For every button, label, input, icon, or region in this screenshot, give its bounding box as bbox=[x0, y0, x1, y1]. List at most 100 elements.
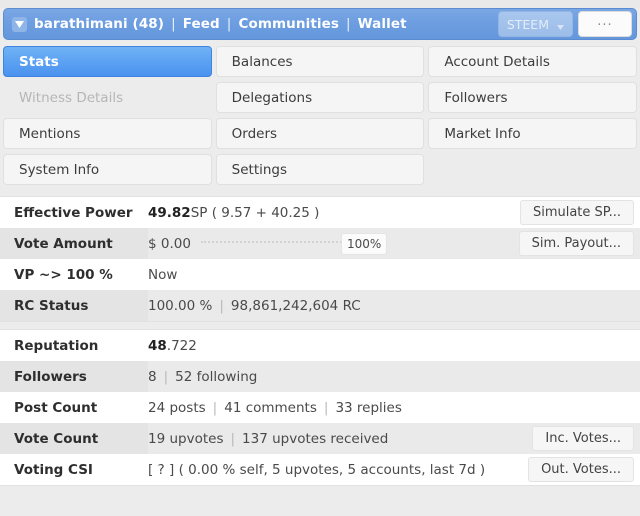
tab-label: Market Info bbox=[444, 125, 521, 142]
row-label: Vote Amount bbox=[0, 228, 148, 259]
row-value-extra: 137 upvotes received bbox=[242, 430, 389, 447]
value-separator: | bbox=[323, 399, 329, 416]
row-value: 19 upvotes | 137 upvotes received bbox=[148, 423, 532, 454]
simulate-sp-button[interactable]: Simulate SP... bbox=[519, 200, 634, 225]
header-username[interactable]: barathimani (48) bbox=[34, 16, 164, 32]
table-row: Reputation 48 .722 bbox=[0, 330, 640, 361]
row-action bbox=[634, 259, 640, 290]
more-options-button[interactable]: ... bbox=[578, 11, 632, 37]
tab-label: Account Details bbox=[444, 53, 550, 70]
row-label: Voting CSI bbox=[14, 461, 93, 478]
token-selector-label: STEEM bbox=[506, 16, 549, 32]
tab-settings[interactable]: Settings bbox=[215, 154, 425, 185]
tab-stats[interactable]: Stats bbox=[3, 46, 212, 77]
tab-grid: Stats Balances Account Details Witness D… bbox=[3, 46, 637, 185]
tab-system-info[interactable]: System Info bbox=[3, 154, 212, 185]
tab-delegations[interactable]: Delegations bbox=[215, 82, 425, 113]
row-value-rest: $ 0.00 bbox=[148, 235, 191, 252]
row-value: 49.82 SP ( 9.57 + 40.25 ) bbox=[148, 197, 520, 228]
row-value: 48 .722 bbox=[148, 330, 634, 361]
tab-account-details[interactable]: Account Details bbox=[428, 46, 637, 77]
tab-mentions[interactable]: Mentions bbox=[3, 118, 212, 149]
row-label: Followers bbox=[0, 361, 148, 392]
header-separator-2: | bbox=[226, 16, 232, 32]
stats-table-primary: Effective Power 49.82 SP ( 9.57 + 40.25 … bbox=[0, 196, 640, 322]
row-value-extra: 98,861,242,604 RC bbox=[230, 297, 361, 314]
row-action: Simulate SP... bbox=[519, 197, 640, 228]
tab-label: Stats bbox=[19, 53, 59, 70]
header-nav: barathimani (48) | Feed | Communities | … bbox=[34, 16, 498, 32]
row-value-rest: 19 upvotes bbox=[148, 430, 224, 447]
header-link-communities[interactable]: Communities bbox=[238, 16, 339, 32]
table-row: RC Status 100.00 % | 98,861,242,604 RC bbox=[0, 290, 640, 321]
row-value-rest: [ ? ] ( 0.00 % self, 5 upvotes, 5 accoun… bbox=[148, 461, 486, 478]
row-value: 24 posts | 41 comments | 33 replies bbox=[148, 392, 634, 423]
chevron-down-icon[interactable] bbox=[12, 16, 27, 32]
row-value-rest: SP ( 9.57 + 40.25 ) bbox=[190, 204, 320, 221]
row-label: RC Status bbox=[0, 290, 148, 321]
value-separator: | bbox=[230, 430, 236, 447]
account-header-bar: barathimani (48) | Feed | Communities | … bbox=[3, 8, 637, 40]
outgoing-votes-button[interactable]: Out. Votes... bbox=[528, 457, 634, 482]
row-value-strong: 48 bbox=[148, 337, 167, 354]
row-value-extra: 41 comments bbox=[224, 399, 317, 416]
button-label: Inc. Votes... bbox=[545, 431, 621, 446]
more-options-label: ... bbox=[597, 14, 613, 29]
tab-label: Delegations bbox=[231, 89, 313, 106]
row-value: [ ? ] ( 0.00 % self, 5 upvotes, 5 accoun… bbox=[148, 454, 528, 485]
row-value: 100.00 % | 98,861,242,604 RC bbox=[148, 290, 634, 321]
tab-label: Settings bbox=[231, 161, 288, 178]
row-value: Now bbox=[148, 259, 634, 290]
row-label: VP ~> 100 % bbox=[14, 266, 113, 283]
value-separator: | bbox=[212, 399, 218, 416]
tab-witness-details: Witness Details bbox=[3, 82, 212, 113]
tab-label: Followers bbox=[444, 89, 508, 106]
row-action bbox=[634, 330, 640, 361]
tab-orders[interactable]: Orders bbox=[215, 118, 425, 149]
row-value: 8 | 52 following bbox=[148, 361, 634, 392]
value-separator: | bbox=[163, 368, 169, 385]
table-row: VP ~> 100 % Now bbox=[0, 259, 640, 290]
slider-percent-label: 100% bbox=[340, 232, 388, 255]
table-row: Effective Power 49.82 SP ( 9.57 + 40.25 … bbox=[0, 197, 640, 228]
table-row: Followers 8 | 52 following bbox=[0, 361, 640, 392]
row-value: $ 0.00 100% bbox=[148, 228, 519, 259]
row-value-rest: .722 bbox=[166, 337, 197, 354]
incoming-votes-button[interactable]: Inc. Votes... bbox=[532, 426, 634, 451]
value-separator: | bbox=[219, 297, 224, 314]
tab-label: System Info bbox=[19, 161, 100, 178]
stats-table-secondary: Reputation 48 .722 Followers 8 | 52 foll… bbox=[0, 329, 640, 486]
row-action: Out. Votes... bbox=[528, 454, 640, 485]
token-selector[interactable]: STEEM bbox=[497, 11, 573, 37]
row-label: Effective Power bbox=[14, 204, 133, 221]
app-window: barathimani (48) | Feed | Communities | … bbox=[0, 0, 640, 516]
row-value-rest: 8 bbox=[148, 368, 157, 385]
row-action: Inc. Votes... bbox=[532, 423, 640, 454]
button-label: Sim. Payout... bbox=[531, 236, 621, 251]
simulate-payout-button[interactable]: Sim. Payout... bbox=[518, 231, 634, 256]
tab-followers[interactable]: Followers bbox=[428, 82, 637, 113]
row-value-rest: 100.00 % bbox=[148, 297, 213, 314]
table-group-gap bbox=[0, 322, 640, 329]
slider-track bbox=[200, 241, 349, 246]
row-action: Sim. Payout... bbox=[518, 228, 640, 259]
tab-label: Balances bbox=[231, 53, 293, 70]
row-label: Reputation bbox=[14, 337, 99, 354]
table-row: Vote Count 19 upvotes | 137 upvotes rece… bbox=[0, 423, 640, 454]
tab-market-info[interactable]: Market Info bbox=[428, 118, 637, 149]
table-row: Voting CSI [ ? ] ( 0.00 % self, 5 upvote… bbox=[0, 454, 640, 485]
header-link-wallet[interactable]: Wallet bbox=[358, 16, 407, 32]
tab-label: Mentions bbox=[19, 125, 81, 142]
header-separator-1: | bbox=[171, 16, 176, 32]
header-link-feed[interactable]: Feed bbox=[183, 16, 220, 32]
row-label: Post Count bbox=[14, 399, 98, 416]
tabs-table-gap bbox=[0, 185, 640, 196]
row-value-extra2: 33 replies bbox=[335, 399, 402, 416]
row-value-strong: 49.82 bbox=[148, 204, 191, 221]
row-action bbox=[634, 361, 640, 392]
vote-weight-slider[interactable]: 100% bbox=[200, 232, 388, 255]
table-row: Post Count 24 posts | 41 comments | 33 r… bbox=[0, 392, 640, 423]
header-separator-3: | bbox=[346, 16, 351, 32]
row-value-extra: 52 following bbox=[175, 368, 258, 385]
tab-balances[interactable]: Balances bbox=[215, 46, 425, 77]
